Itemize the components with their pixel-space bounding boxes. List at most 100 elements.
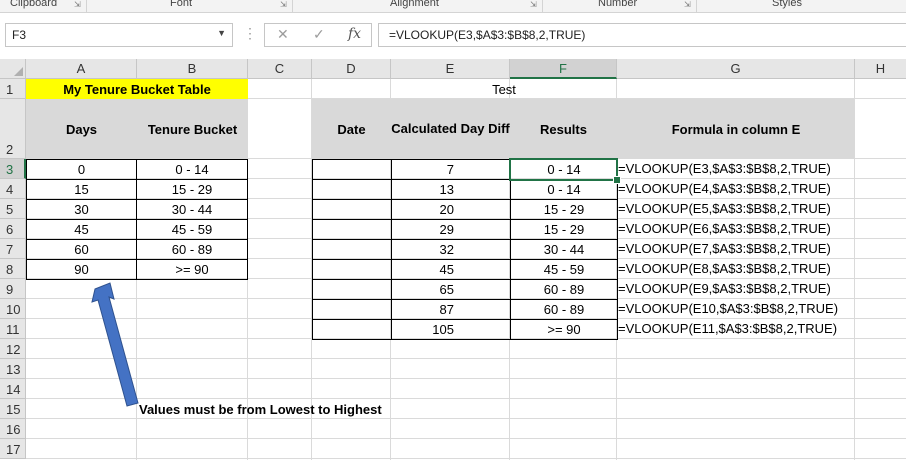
column-header-a[interactable]: A: [26, 59, 137, 79]
test-result-cell[interactable]: 0 - 14: [510, 179, 618, 200]
test-date-cell[interactable]: [312, 299, 392, 320]
row-header-1[interactable]: 1: [0, 79, 26, 99]
formula-bar-grip-icon[interactable]: ⋮: [243, 26, 257, 40]
ribbon-group-clipboard: Clipboard: [10, 0, 58, 9]
column-header-d[interactable]: D: [312, 59, 391, 79]
select-all-button[interactable]: [0, 59, 26, 79]
test-daydiff-cell[interactable]: 13: [391, 179, 511, 200]
gridline: [26, 398, 906, 399]
test-result-cell[interactable]: 60 - 89: [510, 299, 618, 320]
test-daydiff-cell[interactable]: 20: [391, 199, 511, 220]
column-header-c[interactable]: C: [248, 59, 312, 79]
cancel-icon[interactable]: ✕: [277, 26, 289, 43]
test-result-cell[interactable]: 45 - 59: [510, 259, 618, 280]
name-box[interactable]: F3 ▼: [5, 23, 233, 47]
row-header-4[interactable]: 4: [0, 179, 26, 199]
bucket-header-days[interactable]: Days: [26, 99, 137, 159]
test-date-cell[interactable]: [312, 179, 392, 200]
ribbon-separator: [86, 0, 87, 12]
bucket-tenure-cell[interactable]: 60 - 89: [136, 239, 248, 260]
ribbon: Clipboard ⇲ Font ⇲ Alignment ⇲ Number ⇲ …: [0, 0, 906, 13]
bucket-tenure-cell[interactable]: 15 - 29: [136, 179, 248, 200]
row-header-13[interactable]: 13: [0, 359, 26, 379]
gridline: [26, 358, 906, 359]
row-header-16[interactable]: 16: [0, 419, 26, 439]
gridline: [26, 378, 906, 379]
row-header-3[interactable]: 3: [0, 159, 26, 179]
test-date-cell[interactable]: [312, 199, 392, 220]
row-header-12[interactable]: 12: [0, 339, 26, 359]
test-date-cell[interactable]: [312, 239, 392, 260]
enter-icon[interactable]: ✓: [313, 26, 325, 43]
test-daydiff-cell[interactable]: 45: [391, 259, 511, 280]
test-daydiff-cell[interactable]: 105: [391, 319, 511, 340]
row-header-10[interactable]: 10: [0, 299, 26, 319]
insert-function-icon[interactable]: fx: [348, 26, 361, 42]
test-date-cell[interactable]: [312, 159, 392, 180]
test-result-cell[interactable]: 15 - 29: [510, 199, 618, 220]
test-daydiff-cell[interactable]: 87: [391, 299, 511, 320]
bucket-days-cell[interactable]: 30: [26, 199, 137, 220]
test-header-date[interactable]: Date: [312, 99, 391, 159]
row-header-14[interactable]: 14: [0, 379, 26, 399]
bucket-header-tenure[interactable]: Tenure Bucket: [137, 99, 248, 159]
dialog-launcher-icon[interactable]: ⇲: [530, 1, 538, 9]
test-result-cell[interactable]: >= 90: [510, 319, 618, 340]
test-daydiff-cell[interactable]: 29: [391, 219, 511, 240]
fill-handle[interactable]: [613, 176, 621, 184]
test-header-formula[interactable]: Formula in column E: [617, 99, 855, 159]
ribbon-separator: [292, 0, 293, 12]
formula-input[interactable]: =VLOOKUP(E3,$A$3:$B$8,2,TRUE): [378, 23, 906, 47]
test-result-cell[interactable]: 15 - 29: [510, 219, 618, 240]
test-daydiff-cell[interactable]: 7: [391, 159, 511, 180]
bucket-tenure-cell[interactable]: 45 - 59: [136, 219, 248, 240]
column-header-h[interactable]: H: [855, 59, 906, 79]
row-header-5[interactable]: 5: [0, 199, 26, 219]
arrow-icon: [91, 282, 139, 407]
test-date-cell[interactable]: [312, 279, 392, 300]
column-header-g[interactable]: G: [617, 59, 855, 79]
test-daydiff-cell[interactable]: 65: [391, 279, 511, 300]
test-header-results[interactable]: Results: [510, 99, 617, 159]
row-header-2[interactable]: 2: [0, 99, 26, 159]
row-header-8[interactable]: 8: [0, 259, 26, 279]
test-date-cell[interactable]: [312, 259, 392, 280]
row-header-17[interactable]: 17: [0, 439, 26, 459]
bucket-tenure-cell[interactable]: 0 - 14: [136, 159, 248, 180]
test-formula-text: =VLOOKUP(E6,$A$3:$B$8,2,TRUE): [618, 221, 831, 236]
ribbon-separator: [696, 0, 697, 12]
row-header-7[interactable]: 7: [0, 239, 26, 259]
column-header-b[interactable]: B: [137, 59, 248, 79]
test-date-cell[interactable]: [312, 319, 392, 340]
bucket-days-cell[interactable]: 90: [26, 259, 137, 280]
formula-text: =VLOOKUP(E3,$A$3:$B$8,2,TRUE): [389, 28, 586, 42]
bucket-days-cell[interactable]: 0: [26, 159, 137, 180]
chevron-down-icon[interactable]: ▼: [217, 28, 226, 38]
bucket-days-cell[interactable]: 15: [26, 179, 137, 200]
gridline: [26, 438, 906, 439]
test-table-title[interactable]: Test: [391, 79, 617, 99]
row-header-9[interactable]: 9: [0, 279, 26, 299]
test-result-cell[interactable]: 0 - 14: [510, 159, 618, 180]
column-header-f[interactable]: F: [510, 59, 617, 79]
test-result-cell[interactable]: 30 - 44: [510, 239, 618, 260]
row-header-15[interactable]: 15: [0, 399, 26, 419]
dialog-launcher-icon[interactable]: ⇲: [74, 1, 82, 9]
bucket-days-cell[interactable]: 60: [26, 239, 137, 260]
spreadsheet-grid[interactable]: A B C D E F G H 1 2 3 4 5 6 7 8 9 10 11 …: [0, 59, 906, 460]
bucket-tenure-cell[interactable]: 30 - 44: [136, 199, 248, 220]
select-all-icon: [14, 67, 23, 76]
ribbon-group-font: Font: [170, 0, 193, 9]
bucket-days-cell[interactable]: 45: [26, 219, 137, 240]
bucket-tenure-cell[interactable]: >= 90: [136, 259, 248, 280]
test-daydiff-cell[interactable]: 32: [391, 239, 511, 260]
row-header-6[interactable]: 6: [0, 219, 26, 239]
test-result-cell[interactable]: 60 - 89: [510, 279, 618, 300]
test-date-cell[interactable]: [312, 219, 392, 240]
column-header-e[interactable]: E: [391, 59, 510, 79]
dialog-launcher-icon[interactable]: ⇲: [280, 1, 288, 9]
dialog-launcher-icon[interactable]: ⇲: [684, 1, 692, 9]
bucket-table-title[interactable]: My Tenure Bucket Table: [26, 79, 248, 99]
test-header-day-diff[interactable]: Calculated Day Diff: [391, 99, 510, 159]
row-header-11[interactable]: 11: [0, 319, 26, 339]
